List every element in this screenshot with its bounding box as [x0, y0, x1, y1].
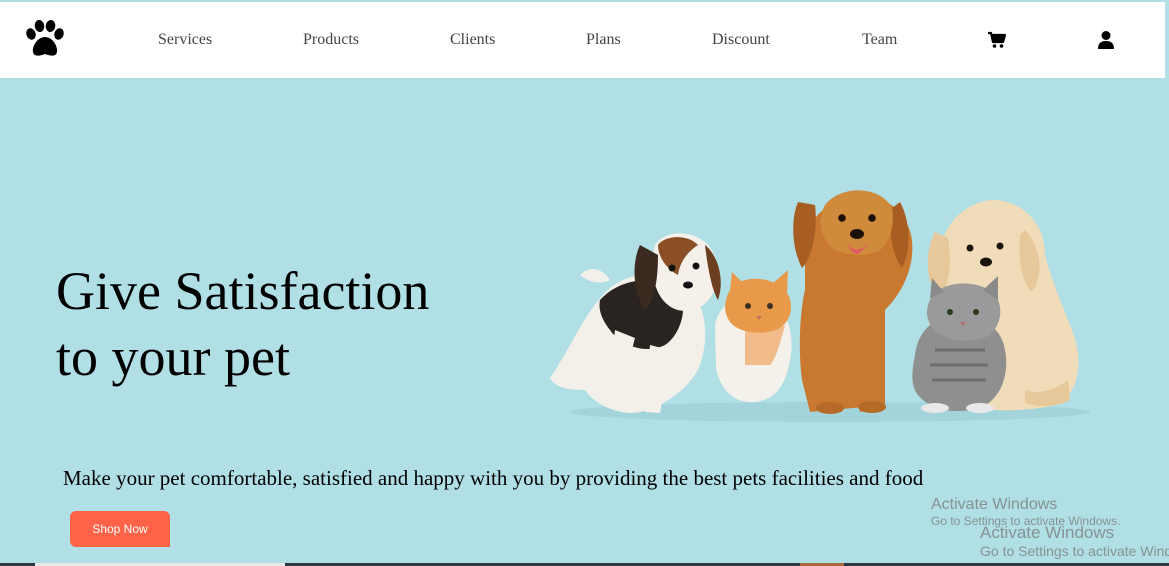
hero-title-line1: Give Satisfaction	[56, 261, 430, 321]
golden-retriever-puppy	[793, 190, 913, 414]
watermark-title: Activate Windows	[931, 496, 1058, 513]
watermark-subtitle-2: Go to Settings to activate Windows.	[980, 543, 1169, 559]
beagle-puppy	[550, 233, 721, 413]
hero-tagline: Make your pet comfortable, satisfied and…	[63, 466, 924, 490]
nav-link-plans[interactable]: Plans	[586, 31, 621, 49]
paw-icon[interactable]	[24, 19, 66, 59]
nav-link-team[interactable]: Team	[862, 31, 897, 49]
activate-windows-watermark-2: Activate Windows Go to Settings to activ…	[980, 523, 1169, 559]
user-icon[interactable]	[1096, 30, 1116, 50]
orange-kitten	[715, 270, 792, 403]
nav-link-products[interactable]: Products	[303, 31, 359, 49]
nav-link-services[interactable]: Services	[158, 31, 212, 49]
hero-title: Give Satisfaction to your pet	[56, 258, 556, 390]
grey-tabby-kitten	[912, 276, 1007, 413]
landing-page: Services Products Clients Plans Discount…	[0, 0, 1169, 566]
right-border	[1165, 0, 1169, 78]
hero-title-line2: to your pet	[56, 327, 290, 387]
shop-now-button[interactable]: Shop Now	[70, 511, 170, 547]
navbar: Services Products Clients Plans Discount…	[0, 2, 1165, 78]
watermark-title-2: Activate Windows	[980, 523, 1115, 542]
cart-icon[interactable]	[987, 30, 1007, 50]
nav-link-discount[interactable]: Discount	[712, 31, 770, 49]
pets-hero-image	[550, 190, 1090, 422]
nav-link-clients[interactable]: Clients	[450, 31, 495, 49]
